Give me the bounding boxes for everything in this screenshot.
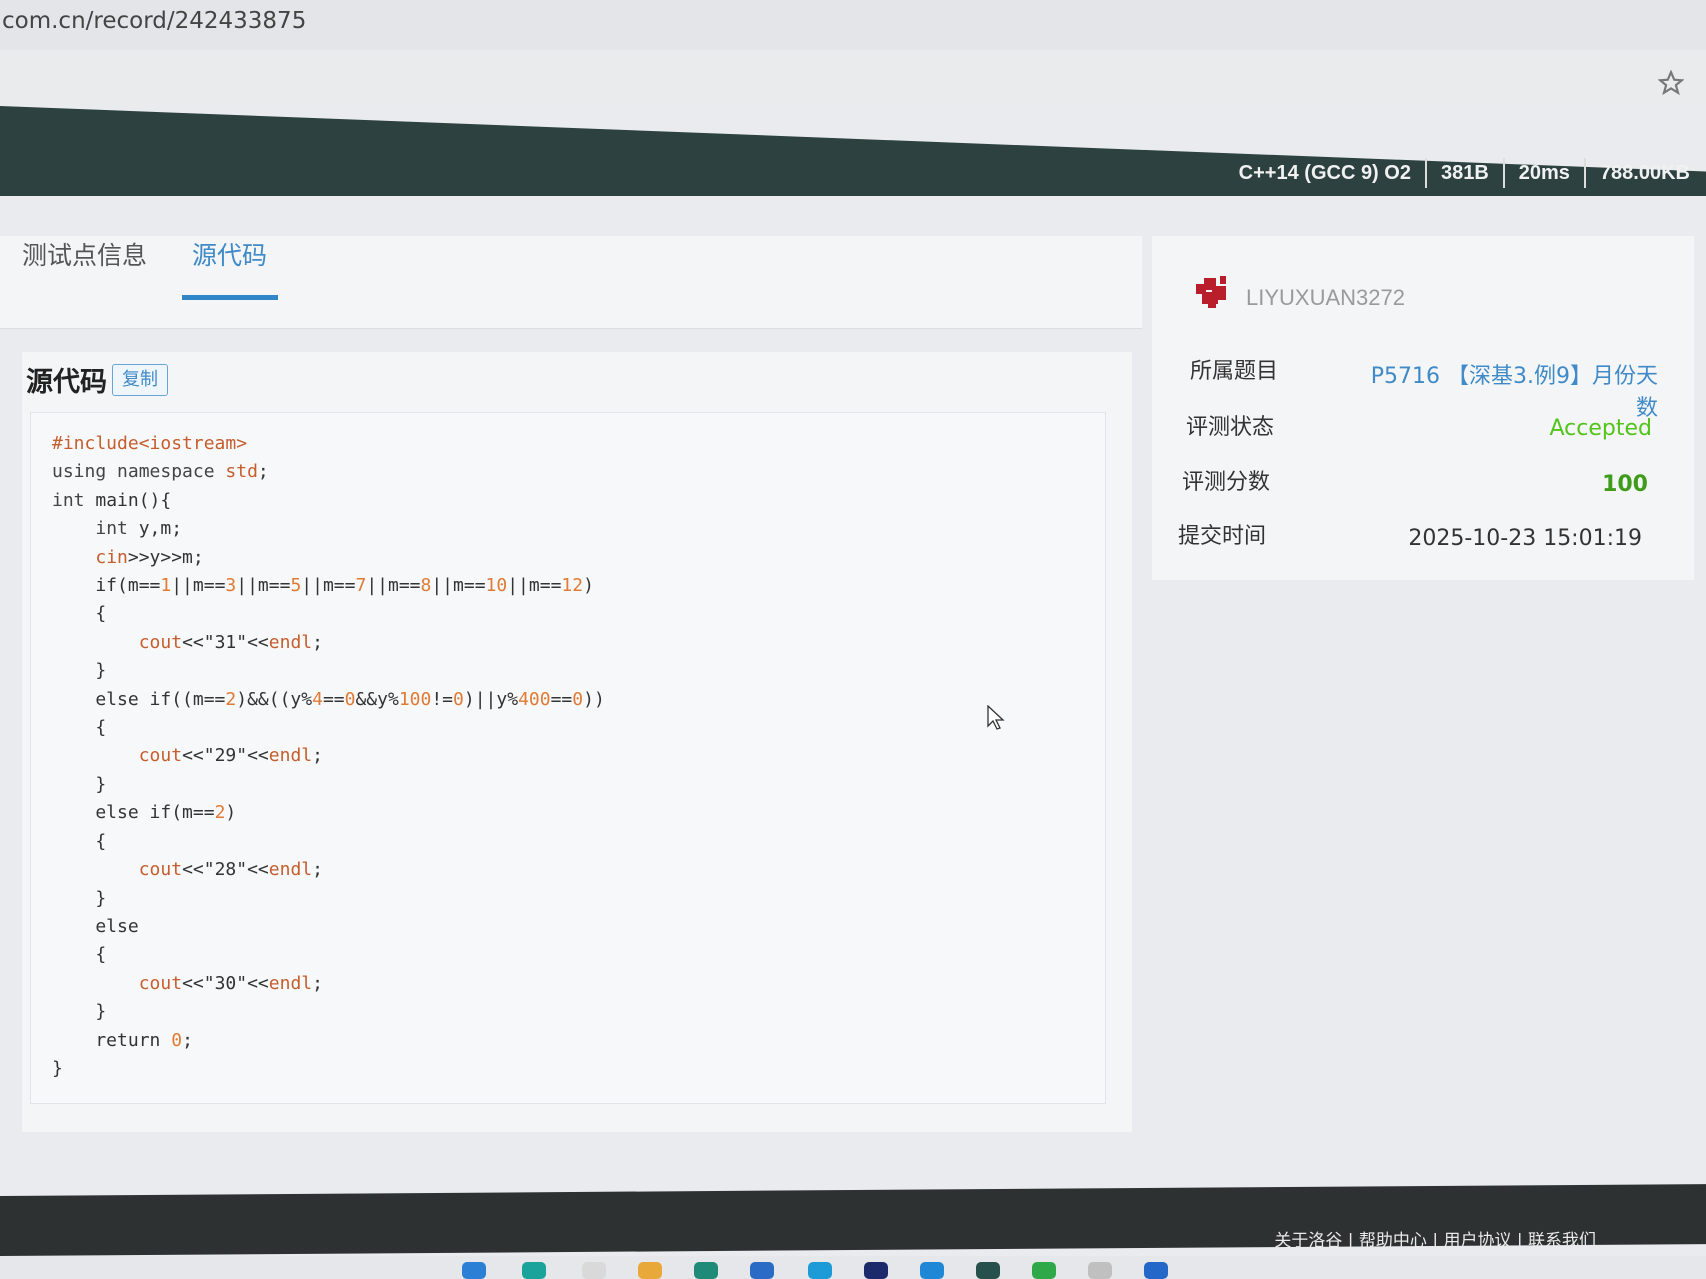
user-avatar[interactable] xyxy=(1192,272,1236,316)
tab-test-info[interactable]: 测试点信息 xyxy=(22,236,147,272)
url-text[interactable]: com.cn/record/242433875 xyxy=(2,8,306,34)
status-label: 评测状态 xyxy=(1186,415,1275,440)
footer-links[interactable]: 关于洛谷 | 帮助中心 | 用户协议 | 联系我们 xyxy=(1274,1226,1596,1251)
source-title: 源代码 xyxy=(26,367,107,398)
copy-button[interactable]: 复制 xyxy=(112,364,168,396)
divider xyxy=(1424,158,1427,188)
mouse-cursor-icon xyxy=(987,705,1005,730)
search-icon[interactable] xyxy=(522,1262,546,1279)
submit-time-label: 提交时间 xyxy=(1178,524,1267,549)
code-size-stat: 381B xyxy=(1440,161,1489,184)
language-stat: C++14 (GCC 9) O2 xyxy=(1238,161,1411,184)
bookmark-star-icon[interactable] xyxy=(1658,70,1684,96)
browser-icon[interactable] xyxy=(920,1262,944,1279)
os-taskbar xyxy=(0,1256,1706,1279)
address-bar[interactable]: com.cn/record/242433875 xyxy=(0,0,1706,50)
problem-label: 所属题目 xyxy=(1190,359,1279,384)
tabs-card xyxy=(0,236,1142,329)
app-icon[interactable] xyxy=(1088,1262,1112,1279)
tab-source-code[interactable]: 源代码 xyxy=(192,236,267,272)
app-icon[interactable] xyxy=(808,1262,832,1279)
username-link[interactable]: LIYUXUAN3272 xyxy=(1246,285,1405,311)
divider xyxy=(1502,158,1505,188)
memory-stat: 788.00KB xyxy=(1599,161,1690,184)
app-icon[interactable] xyxy=(1144,1262,1168,1279)
app-icon[interactable] xyxy=(1032,1262,1056,1279)
browser-toolbar xyxy=(0,50,1706,106)
source-code[interactable]: #include<iostream> using namespace std; … xyxy=(52,430,605,1083)
active-tab-indicator xyxy=(182,295,278,300)
problem-link[interactable]: P5716 【深基3.例9】月份天数 xyxy=(1360,358,1658,422)
record-stats: C++14 (GCC 9) O2 381B 20ms 788.00KB xyxy=(1239,158,1690,188)
store-icon[interactable] xyxy=(750,1262,774,1279)
folder-icon[interactable] xyxy=(638,1262,662,1279)
divider xyxy=(1583,158,1586,188)
score-label: 评测分数 xyxy=(1182,470,1271,495)
app-icon[interactable] xyxy=(976,1262,1000,1279)
submit-time-value: 2025-10-23 15:01:19 xyxy=(1408,526,1642,551)
app-icon[interactable] xyxy=(864,1262,888,1279)
score-value: 100 xyxy=(1602,472,1648,497)
edge-icon[interactable] xyxy=(694,1262,718,1279)
time-stat: 20ms xyxy=(1518,161,1570,184)
task-view-icon[interactable] xyxy=(582,1262,606,1279)
start-icon[interactable] xyxy=(462,1262,486,1279)
status-value: Accepted xyxy=(1549,416,1652,441)
